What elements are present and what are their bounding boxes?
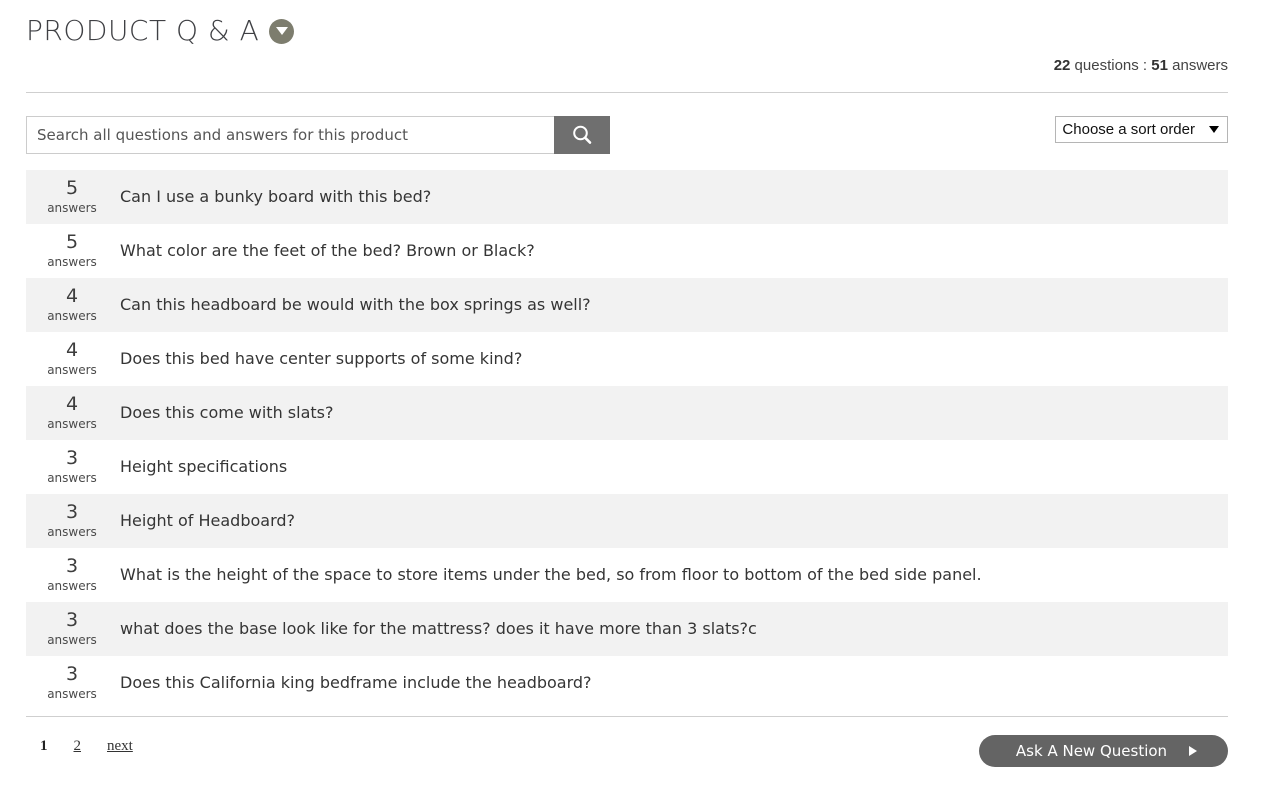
question-row[interactable]: 3 answersDoes this California king bedfra…	[26, 656, 1228, 710]
sort-order-select[interactable]: Choose a sort order	[1055, 116, 1228, 143]
answer-count-label: answers	[26, 309, 118, 324]
answer-count: 4 answers	[26, 286, 120, 324]
question-text: Does this California king bedframe inclu…	[120, 673, 592, 693]
answer-count-number: 5	[26, 178, 118, 199]
question-row[interactable]: 4 answersDoes this come with slats?	[26, 386, 1228, 440]
question-text: Height specifications	[120, 457, 287, 477]
question-text: What is the height of the space to store…	[120, 565, 982, 585]
answer-count-number: 3	[26, 502, 118, 523]
question-text: What color are the feet of the bed? Brow…	[120, 241, 535, 261]
answer-count-label: answers	[26, 471, 118, 486]
answer-count: 3 answers	[26, 448, 120, 486]
qa-counts: 22 questions : 51 answers	[1054, 57, 1228, 74]
pagination-current-page[interactable]: 1	[40, 738, 48, 755]
answer-count-label: answers	[26, 687, 118, 702]
page-title: PRODUCT Q & A	[26, 14, 259, 48]
chevron-down-circle-icon[interactable]	[269, 19, 294, 44]
pagination: 1 2 next	[40, 738, 133, 755]
question-row[interactable]: 4 answersDoes this bed have center suppor…	[26, 332, 1228, 386]
qa-header: PRODUCT Q & A	[26, 14, 294, 48]
answers-count: 51	[1151, 57, 1168, 74]
answer-count-label: answers	[26, 579, 118, 594]
ask-new-question-label: Ask A New Question	[1016, 742, 1167, 760]
answer-count: 3 answers	[26, 664, 120, 702]
pagination-next[interactable]: next	[107, 738, 133, 755]
question-row[interactable]: 3 answersHeight of Headboard?	[26, 494, 1228, 548]
questions-count: 22	[1054, 57, 1071, 74]
answer-count: 3 answers	[26, 556, 120, 594]
search-input[interactable]	[26, 116, 554, 154]
question-text: Can this headboard be would with the box…	[120, 295, 591, 315]
questions-label: questions :	[1070, 57, 1151, 74]
question-text: Does this bed have center supports of so…	[120, 349, 522, 369]
answer-count-label: answers	[26, 633, 118, 648]
question-text: Does this come with slats?	[120, 403, 333, 423]
triangle-down-icon	[1209, 126, 1219, 133]
search-bar	[26, 116, 610, 154]
triangle-down-glyph	[276, 27, 288, 35]
qa-controls: Choose a sort order	[26, 116, 1228, 154]
question-text: Height of Headboard?	[120, 511, 295, 531]
answer-count: 3 answers	[26, 610, 120, 648]
answer-count-label: answers	[26, 417, 118, 432]
answer-count-label: answers	[26, 525, 118, 540]
answer-count-label: answers	[26, 201, 118, 216]
question-row[interactable]: 4 answersCan this headboard be would with…	[26, 278, 1228, 332]
ask-new-question-button[interactable]: Ask A New Question	[979, 735, 1228, 767]
answer-count: 4 answers	[26, 394, 120, 432]
triangle-right-icon	[1189, 746, 1197, 756]
answer-count-number: 4	[26, 394, 118, 415]
question-row[interactable]: 3 answerswhat does the base look like for…	[26, 602, 1228, 656]
question-text: Can I use a bunky board with this bed?	[120, 187, 431, 207]
question-row[interactable]: 5 answersWhat color are the feet of the b…	[26, 224, 1228, 278]
question-list: 5answersCan I use a bunky board with thi…	[26, 170, 1228, 710]
answer-count: 5 answers	[26, 232, 120, 270]
question-row[interactable]: 3 answersHeight specifications	[26, 440, 1228, 494]
answer-count-label: answers	[26, 255, 118, 270]
answer-count-label: answers	[26, 363, 118, 378]
pagination-page-2[interactable]: 2	[74, 738, 82, 755]
answer-count-number: 3	[26, 664, 118, 685]
answer-count: 3 answers	[26, 502, 120, 540]
footer-divider	[26, 716, 1228, 717]
answer-count-number: 3	[26, 448, 118, 469]
header-divider	[26, 92, 1228, 93]
answers-label: answers	[1168, 57, 1228, 74]
answer-count: 5 answers	[26, 178, 120, 216]
answer-count-number: 4	[26, 286, 118, 307]
answer-count-number: 5	[26, 232, 118, 253]
search-button[interactable]	[554, 116, 610, 154]
question-text: what does the base look like for the mat…	[120, 619, 757, 639]
question-row[interactable]: 5 answersCan I use a bunky board with thi…	[26, 170, 1228, 224]
answer-count-number: 3	[26, 556, 118, 577]
answer-count-number: 3	[26, 610, 118, 631]
search-icon	[571, 124, 593, 146]
sort-order-label: Choose a sort order	[1062, 121, 1195, 138]
answer-count: 4 answers	[26, 340, 120, 378]
question-row[interactable]: 3 answersWhat is the height of the space …	[26, 548, 1228, 602]
product-qa-page: PRODUCT Q & A 22 questions : 51 answers …	[0, 0, 1274, 790]
answer-count-number: 4	[26, 340, 118, 361]
